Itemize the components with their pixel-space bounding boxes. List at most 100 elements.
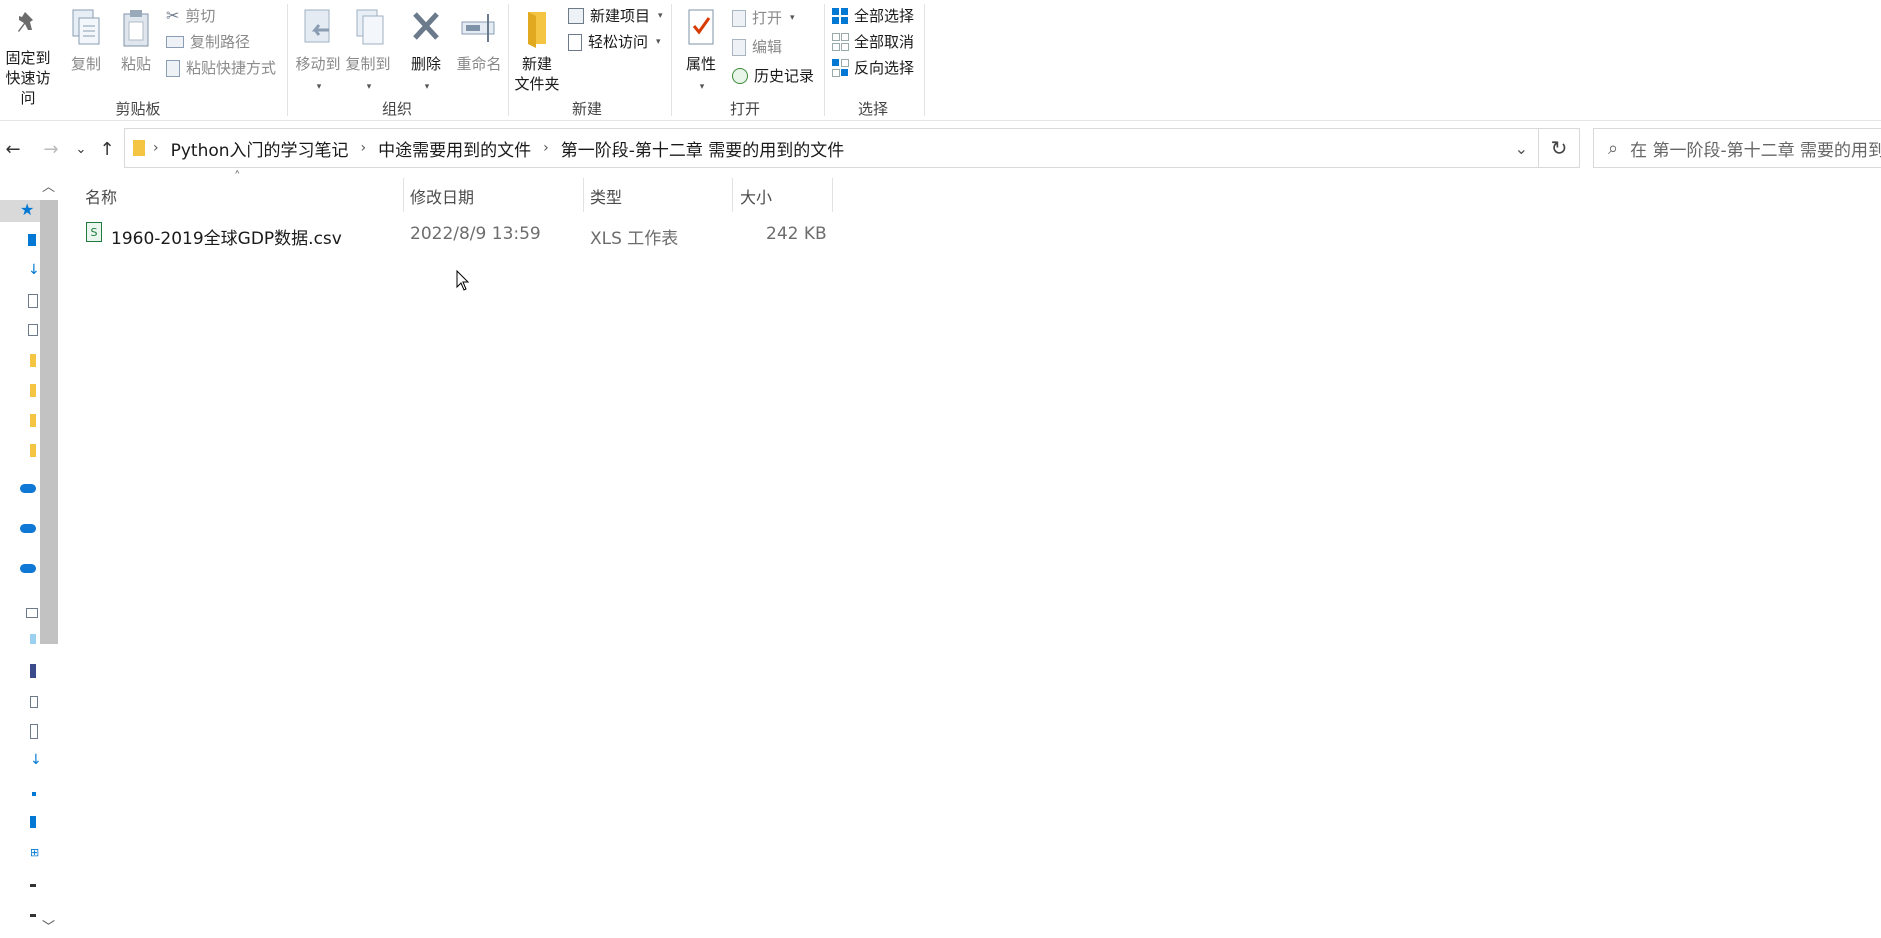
scissors-icon: ✂ <box>166 6 180 25</box>
new-folder-button[interactable]: 新建 文件夹 <box>512 8 562 94</box>
select-group-label: 选择 <box>857 100 888 118</box>
chevron-right-icon: › <box>153 140 159 156</box>
address-dropdown-button[interactable]: ⌄ <box>1515 139 1528 158</box>
music-icon[interactable] <box>32 792 36 796</box>
paste-shortcut-button[interactable]: 粘贴快捷方式 <box>166 58 276 78</box>
address-bar[interactable]: › Python入门的学习笔记 › 中途需要用到的文件 › 第一阶段-第十二章 … <box>124 128 1539 168</box>
clipboard-icon <box>123 10 149 47</box>
desktop-icon[interactable] <box>30 816 36 828</box>
scroll-up-button[interactable]: ︿ <box>42 176 55 195</box>
new-item-icon <box>568 8 584 24</box>
history-icon <box>732 68 748 84</box>
folder-icon[interactable] <box>30 354 36 367</box>
clipboard-group-label: 剪贴板 <box>115 100 161 118</box>
back-button[interactable]: ← <box>0 128 26 170</box>
group-divider <box>508 4 509 116</box>
column-divider[interactable] <box>583 178 584 212</box>
properties-button[interactable]: 属性 ▾ <box>676 8 726 97</box>
refresh-button[interactable]: ↻ <box>1538 128 1580 168</box>
3d-objects-icon[interactable] <box>30 634 36 644</box>
windows-drive-icon[interactable]: ⊞ <box>30 846 39 859</box>
breadcrumb-item[interactable]: 中途需要用到的文件 <box>378 136 531 161</box>
edit-icon <box>732 38 746 56</box>
desktop-icon[interactable] <box>28 234 36 246</box>
breadcrumb-item[interactable]: Python入门的学习笔记 <box>171 136 349 161</box>
pin-label-2: 快速访问 <box>5 69 51 107</box>
column-header-type[interactable]: 类型 <box>590 184 622 208</box>
easy-access-label: 轻松访问 <box>588 33 649 51</box>
document-icon[interactable] <box>28 294 38 308</box>
select-all-button[interactable]: 全部选择 <box>832 6 914 26</box>
open-button[interactable]: 打开 ▾ <box>732 8 795 28</box>
chevron-right-icon: › <box>360 140 367 156</box>
nav-pane-scrollbar-thumb[interactable] <box>40 200 58 644</box>
pin-quick-access-button[interactable]: 固定到 快速访问 <box>0 8 56 108</box>
folder-icon[interactable] <box>30 414 36 427</box>
column-divider[interactable] <box>832 178 833 212</box>
chevron-down-icon: ▾ <box>699 82 705 92</box>
pictures-icon[interactable] <box>28 324 38 336</box>
column-divider[interactable] <box>732 178 733 212</box>
chevron-right-icon: › <box>543 140 549 156</box>
folder-icon[interactable] <box>30 384 36 397</box>
onedrive-cloud-icon[interactable] <box>20 564 36 573</box>
paste-label: 粘贴 <box>120 55 151 73</box>
select-none-icon <box>832 33 849 51</box>
arrow-up-icon: ↑ <box>99 138 115 160</box>
select-none-button[interactable]: 全部取消 <box>832 32 914 52</box>
invert-selection-icon <box>832 59 849 77</box>
column-divider[interactable] <box>403 178 404 212</box>
rename-button[interactable]: 重命名 <box>452 8 506 74</box>
onedrive-cloud-icon[interactable] <box>20 484 36 493</box>
ribbon: 固定到 快速访问 复制 粘贴 ✂ 剪切 复制路径 粘贴快捷方式 剪贴板 移动到 … <box>0 0 1881 121</box>
new-item-label: 新建项目 <box>590 7 651 25</box>
search-box[interactable]: ⌕ 在 第一阶段-第十二章 需要的用到的文件 中搜索 <box>1593 128 1881 168</box>
chevron-down-icon: ▾ <box>366 82 372 92</box>
copy-path-button[interactable]: 复制路径 <box>166 32 250 52</box>
refresh-icon: ↻ <box>1550 136 1568 160</box>
search-placeholder: 在 第一阶段-第十二章 需要的用到的文件 中搜索 <box>1630 140 1881 161</box>
delete-button[interactable]: 删除 ▾ <box>404 8 448 97</box>
copy-label: 复制 <box>70 55 101 73</box>
sort-ascending-icon: ˄ <box>234 170 241 185</box>
paste-button[interactable]: 粘贴 <box>116 8 156 74</box>
pictures-icon[interactable] <box>30 696 38 708</box>
videos-icon[interactable] <box>30 664 36 678</box>
folder-icon[interactable] <box>30 444 36 457</box>
file-name[interactable]: 1960-2019全球GDP数据.csv <box>111 224 342 249</box>
onedrive-cloud-icon[interactable] <box>20 524 36 533</box>
column-header-size[interactable]: 大小 <box>740 184 772 208</box>
group-divider <box>287 4 288 116</box>
copy-button[interactable]: 复制 <box>64 8 108 74</box>
this-pc-icon[interactable] <box>26 608 38 618</box>
mouse-cursor-icon <box>456 270 470 291</box>
cut-button[interactable]: ✂ 剪切 <box>166 6 215 26</box>
invert-selection-label: 反向选择 <box>854 59 915 77</box>
drive-icon[interactable] <box>30 914 36 917</box>
copy-to-button[interactable]: 复制到 ▾ <box>342 8 394 97</box>
breadcrumb-item[interactable]: 第一阶段-第十二章 需要的用到的文件 <box>561 136 845 161</box>
open-group-label: 打开 <box>729 100 760 118</box>
up-button[interactable]: ↑ <box>94 128 120 170</box>
forward-button[interactable]: → <box>38 128 64 170</box>
move-to-button[interactable]: 移动到 ▾ <box>292 8 344 97</box>
download-arrow-icon[interactable]: ↓ <box>30 752 42 768</box>
edit-button[interactable]: 编辑 <box>732 37 782 57</box>
new-item-button[interactable]: 新建项目 ▾ <box>568 6 663 26</box>
properties-check-icon <box>688 9 714 45</box>
history-button[interactable]: 历史记录 <box>732 66 814 86</box>
column-header-modified[interactable]: 修改日期 <box>410 184 474 208</box>
recent-locations-button[interactable]: ⌄ <box>68 128 94 170</box>
invert-selection-button[interactable]: 反向选择 <box>832 58 914 78</box>
open-icon <box>732 9 746 27</box>
column-header-name[interactable]: 名称 <box>85 184 117 208</box>
easy-access-button[interactable]: 轻松访问 ▾ <box>568 32 661 52</box>
quick-access-star-icon[interactable]: ★ <box>20 200 34 219</box>
chevron-down-icon: ▾ <box>658 11 663 21</box>
download-arrow-icon[interactable]: ↓ <box>28 262 40 278</box>
scroll-down-button[interactable]: ﹀ <box>42 916 55 935</box>
drive-icon[interactable] <box>30 884 36 887</box>
document-icon[interactable] <box>30 724 38 739</box>
rename-icon <box>461 14 495 42</box>
chevron-down-icon: ▾ <box>424 82 430 92</box>
